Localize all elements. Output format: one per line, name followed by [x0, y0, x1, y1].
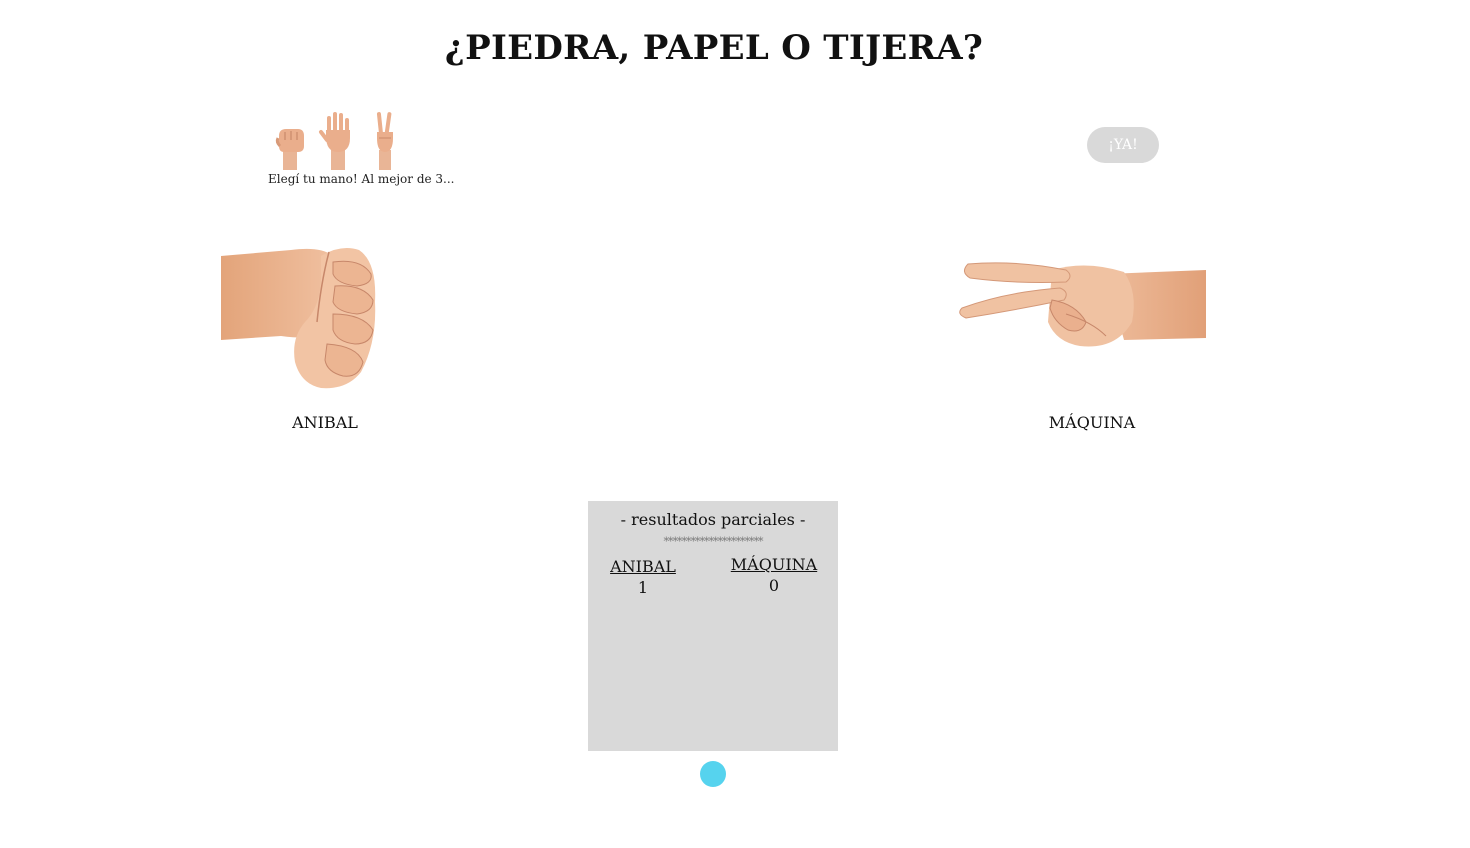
machine-score-name: MÁQUINA	[730, 555, 818, 574]
machine-name: MÁQUINA	[1048, 413, 1136, 432]
pick-paper-button[interactable]	[318, 110, 358, 170]
machine-score-column: MÁQUINA 0	[724, 555, 824, 595]
player-score-column: ANIBAL 1	[593, 557, 693, 597]
hand-options	[274, 104, 414, 170]
round-indicator-dot[interactable]	[700, 761, 726, 787]
player-name: ANIBAL	[292, 413, 358, 432]
picker-hint: Elegí tu mano! Al mejor de 3...	[268, 172, 455, 186]
pick-rock-button[interactable]	[274, 124, 308, 170]
results-title: - resultados parciales -	[620, 510, 806, 529]
pick-scissors-button[interactable]	[370, 110, 400, 170]
rock-hand-icon	[221, 248, 376, 389]
rock-hand-icon	[275, 129, 304, 170]
machine-hand	[956, 252, 1206, 352]
page-title: ¿PIEDRA, PAPEL O TIJERA?	[444, 28, 984, 68]
paper-hand-icon	[319, 112, 350, 170]
player-score-name: ANIBAL	[610, 557, 676, 576]
go-button[interactable]: ¡YA!	[1087, 127, 1159, 163]
player-score-value: 1	[637, 578, 649, 597]
results-separator: **********************	[663, 535, 764, 548]
player-hand	[221, 222, 381, 392]
machine-score-value: 0	[768, 576, 780, 595]
game-page: ¿PIEDRA, PAPEL O TIJERA? Elegí tu mano! …	[0, 0, 1470, 848]
scissors-hand-icon	[376, 112, 393, 170]
partial-results-panel: - resultados parciales - ***************…	[588, 501, 838, 751]
scissors-hand-icon	[959, 262, 1206, 347]
